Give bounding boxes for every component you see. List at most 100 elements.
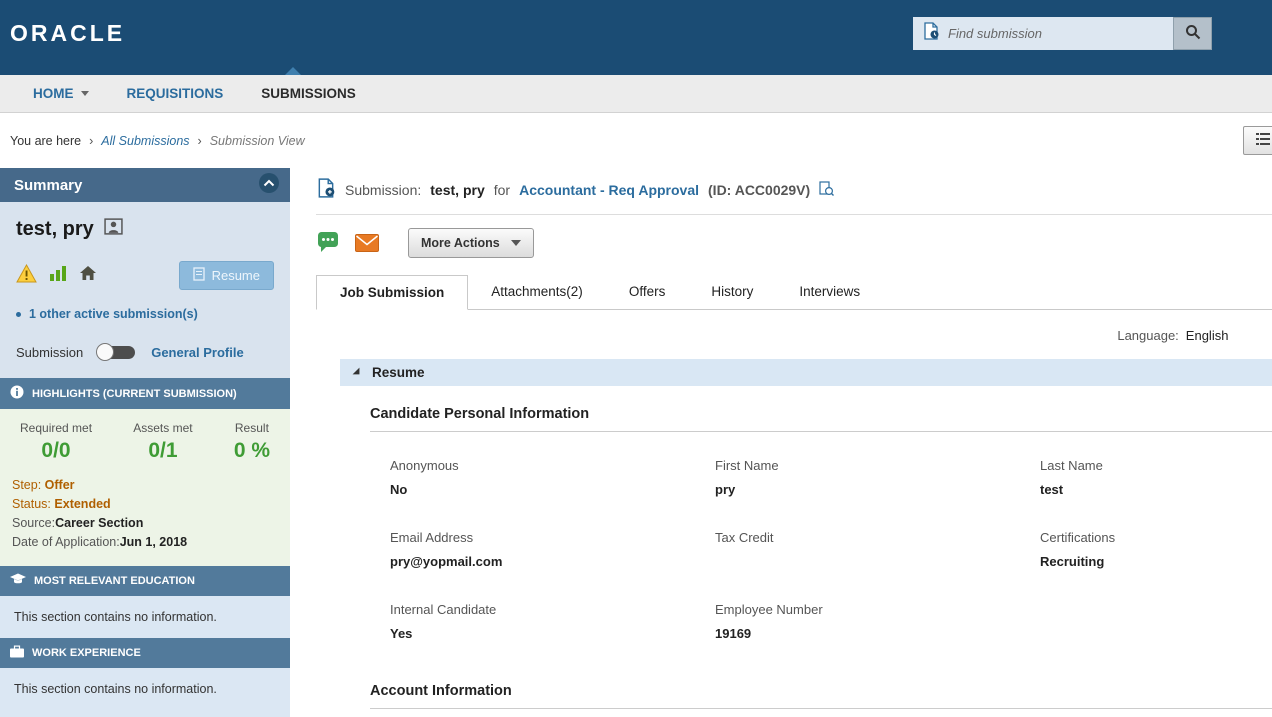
field-label: Tax Credit [715, 530, 774, 545]
source-label: Source: [12, 516, 56, 530]
resume-button[interactable]: Resume [178, 261, 274, 290]
field-first-name: First Name pry [715, 458, 1040, 497]
stat-label: Result [234, 421, 269, 435]
work-experience-title: WORK EXPERIENCE [32, 647, 141, 659]
language-row: Language: English Edit [316, 310, 1272, 345]
nav-requisitions[interactable]: REQUISITIONS [108, 75, 243, 112]
submission-profile-toggle[interactable] [96, 343, 136, 361]
other-submissions-label: 1 other active submission(s) [29, 307, 198, 321]
submission-candidate-name: test, pry [430, 181, 485, 198]
nav-submissions[interactable]: SUBMISSIONS [242, 75, 375, 112]
collapse-panel-button[interactable] [258, 172, 280, 198]
field-value: No [390, 482, 408, 497]
summary-header: Summary [0, 168, 290, 202]
toggle-left-label: Submission [16, 345, 84, 360]
tab-history[interactable]: History [688, 275, 776, 309]
nav-home[interactable]: HOME [14, 75, 108, 112]
nav-submissions-label: SUBMISSIONS [261, 86, 356, 101]
candidate-name-row: test, pry [0, 202, 290, 241]
warning-icon [16, 263, 37, 288]
field-value: 19169 [715, 626, 752, 641]
personal-info-fields: Anonymous No First Name pry Last Name te… [390, 458, 1272, 641]
education-title: MOST RELEVANT EDUCATION [34, 575, 195, 587]
field-label: Anonymous [390, 458, 459, 473]
field-last-name: Last Name test [1040, 458, 1272, 497]
field-anonymous: Anonymous No [390, 458, 715, 497]
field-value: pry [715, 482, 736, 497]
search-icon [1185, 24, 1201, 43]
collapse-triangle-icon [350, 365, 362, 380]
stat-result: Result 0 % [234, 421, 270, 463]
step-row: Step: Offer [12, 476, 278, 495]
submission-label: Submission: [345, 181, 422, 198]
status-value: Extended [54, 497, 111, 511]
personal-info-title: Candidate Personal Information [370, 406, 1272, 432]
resume-section-header[interactable]: Resume [340, 359, 1272, 386]
field-value: Yes [390, 626, 413, 641]
breadcrumb-prefix: You are here [10, 133, 82, 148]
step-label: Step: [12, 478, 42, 492]
work-experience-section-header: WORK EXPERIENCE [0, 638, 290, 668]
stat-label: Required met [20, 421, 93, 435]
internal-candidate-house-icon [79, 265, 97, 286]
stat-required-met: Required met 0/0 [20, 421, 92, 463]
comment-icon[interactable] [316, 232, 340, 254]
application-date-value: Jun 1, 2018 [119, 535, 188, 549]
work-experience-empty-text: This section contains no information. [0, 668, 290, 717]
tab-attachments[interactable]: Attachments(2) [468, 275, 606, 309]
toggle-knob [96, 343, 115, 361]
resume-button-label: Resume [211, 268, 260, 283]
breadcrumb-all-submissions-link[interactable]: All Submissions [101, 134, 189, 148]
submission-doc-icon [922, 22, 940, 45]
stat-label: Assets met [133, 421, 193, 435]
tab-job-submission[interactable]: Job Submission [316, 275, 469, 310]
field-email-address: Email Address pry@yopmail.com [390, 530, 715, 569]
more-actions-label: More Actions [421, 236, 500, 250]
application-date-label: Date of Application: [12, 535, 120, 549]
highlights-stats: Required met 0/0 Assets met 0/1 Result 0… [12, 421, 278, 463]
back-to-list-button[interactable]: Ba [1242, 126, 1272, 155]
email-icon[interactable] [355, 234, 379, 252]
highlights-section-header: HIGHLIGHTS (CURRENT SUBMISSION) [0, 378, 290, 409]
active-tab-caret-icon [285, 67, 301, 75]
field-tax-credit: Tax Credit [715, 530, 1040, 569]
summary-title: Summary [14, 176, 83, 194]
status-row: Status: Extended [12, 495, 278, 514]
education-empty-text: This section contains no information. [0, 596, 290, 638]
search-button[interactable] [1173, 17, 1212, 50]
tab-offers[interactable]: Offers [606, 275, 689, 309]
general-profile-link[interactable]: General Profile [151, 345, 243, 360]
tab-interviews[interactable]: Interviews [776, 275, 883, 309]
account-information-section: Account Information Account Status User … [370, 683, 1272, 717]
chevron-down-icon [80, 91, 89, 96]
highlights-body: Required met 0/0 Assets met 0/1 Result 0… [0, 409, 290, 566]
field-label: Employee Number [715, 602, 823, 617]
requisition-link[interactable]: Accountant - Req Approval [519, 182, 699, 198]
candidate-status-icons: Resume [0, 241, 290, 290]
content-area: Summary test, pry Resume 1 other active … [0, 168, 1272, 717]
field-value: pry@yopmail.com [390, 554, 503, 569]
more-actions-button[interactable]: More Actions [408, 228, 534, 258]
stat-value: 0 % [233, 439, 270, 462]
match-chart-icon [49, 265, 67, 286]
stat-value: 0/0 [41, 439, 71, 462]
resume-section-title: Resume [372, 365, 425, 380]
account-info-title: Account Information [370, 683, 1272, 709]
stat-value: 0/1 [148, 439, 178, 462]
submission-icon [316, 178, 336, 201]
education-section-header: MOST RELEVANT EDUCATION [0, 566, 290, 596]
field-label: Internal Candidate [390, 602, 497, 617]
field-label: Certifications [1040, 530, 1116, 545]
field-employee-number: Employee Number 19169 [715, 602, 1040, 641]
global-search [913, 17, 1212, 50]
field-value: Recruiting [1040, 554, 1105, 569]
field-value: test [1040, 482, 1064, 497]
chevron-down-icon [510, 240, 521, 246]
submission-for: for [493, 181, 511, 198]
other-active-submissions-link[interactable]: 1 other active submission(s) [0, 290, 290, 321]
highlights-details: Step: Offer Status: Extended Source:Care… [12, 476, 278, 552]
preview-requisition-icon[interactable] [819, 180, 835, 199]
candidate-personal-information-section: Candidate Personal Information Anonymous… [370, 406, 1272, 641]
briefcase-icon [10, 645, 24, 661]
find-submission-input[interactable] [948, 26, 1164, 41]
